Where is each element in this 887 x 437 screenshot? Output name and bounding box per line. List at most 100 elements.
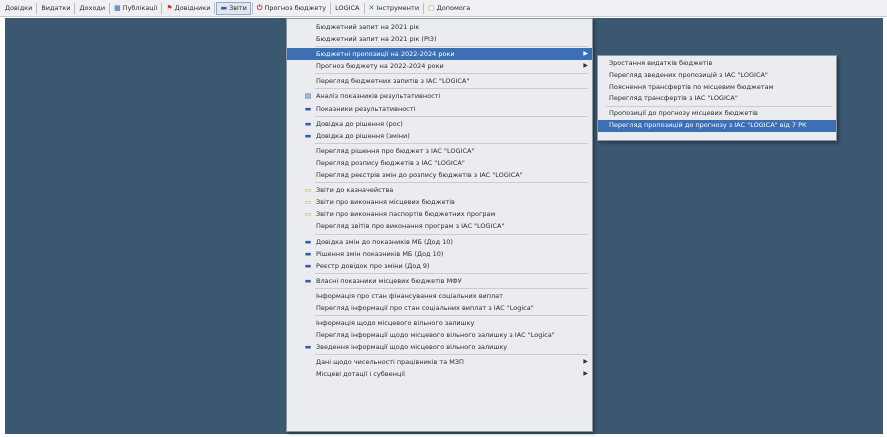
tools-icon: ✕: [368, 3, 375, 12]
menu-separator: [315, 46, 588, 48]
menubar-item-6[interactable]: ⏻ Прогноз бюджету: [254, 2, 329, 15]
reports-menu-item-21[interactable]: Перегляд звітів про виконання програм з …: [287, 220, 592, 232]
menu-item-icon-wrap: ▭: [304, 184, 314, 196]
reports-menu-item-25[interactable]: ▬ Реєстр довідок про зміни (Дод 9): [287, 260, 592, 272]
menubar-separator: [251, 2, 253, 14]
reports-menu-item-19[interactable]: ▭ Звіти про виконання місцевих бюджетів: [287, 196, 592, 208]
reports-menu-item-14[interactable]: Перегляд рішення про бюджет з ІАС "LOGIC…: [287, 145, 592, 157]
menu-item-label: Звіти до казначейства: [316, 186, 394, 195]
menu-item-label: Бюджетний запит на 2021 рік: [316, 23, 420, 31]
reports-menu-item-30[interactable]: Перегляд інформації про стан соціальних …: [287, 302, 592, 314]
reports-dropdown-menu: Бюджетний запит на 2021 рік Бюджетний зап…: [286, 18, 593, 432]
dash-icon: ▬: [304, 237, 312, 246]
menu-separator: [315, 315, 588, 317]
menubar-item-4[interactable]: ⚑ Довідники: [163, 2, 213, 15]
budget-proposals-submenu: Зростання видатків бюджетів Перегляд звед…: [597, 55, 837, 141]
menubar-item-label: Доходи: [79, 4, 106, 12]
reports-menu-item-24[interactable]: ▬ Рішення змін показників МБ (Дод 10): [287, 248, 592, 260]
menu-item-label: Реєстр довідок про зміни (Дод 9): [316, 261, 430, 270]
menubar-item-7[interactable]: LOGICA: [332, 2, 362, 15]
submenu-item-3[interactable]: Перегляд трансфертів з ІАС "LOGICA": [598, 93, 836, 105]
menu-item-icon-wrap: ▤: [304, 90, 314, 102]
reports-menu-item-6[interactable]: Перегляд бюджетних запитів з ІАС "LOGICA…: [287, 75, 592, 87]
reports-menu-item-23[interactable]: ▬ Довідка змін до показників МБ (Дод 10): [287, 236, 592, 248]
reports-menu-item-12[interactable]: ▬ Довідка до рішення (зміни): [287, 130, 592, 142]
reports-menu-item-29[interactable]: Інформація про стан фінансування соціаль…: [287, 290, 592, 302]
menu-separator: [315, 73, 588, 75]
reports-menu-item-37[interactable]: Місцеві дотації і субвенції ▶: [287, 368, 592, 380]
menu-item-label: Перегляд реєстрів змін до розпису бюджет…: [316, 171, 523, 180]
menu-separator: [315, 354, 588, 356]
menu-item-label: Показники результативності: [316, 104, 416, 113]
menubar-separator: [363, 2, 365, 14]
menu-item-label: Інформація про стан фінансування соціаль…: [316, 291, 503, 300]
reports-menu-item-0[interactable]: Бюджетний запит на 2021 рік: [287, 21, 592, 33]
menubar-separator: [214, 2, 216, 14]
calendar-icon: ▦: [114, 3, 121, 12]
window-edge: [883, 18, 887, 434]
dash-icon: ▬: [304, 249, 312, 258]
menubar-separator: [423, 2, 425, 14]
menu-item-icon-wrap: ▬: [304, 236, 314, 248]
reports-menu-item-36[interactable]: Дані щодо чисельності працівників та МЗП…: [287, 356, 592, 368]
menubar-separator: [36, 2, 38, 14]
reports-menu-item-4[interactable]: Прогноз бюджету на 2022-2024 роки ▶: [287, 60, 592, 72]
submenu-item-0[interactable]: Зростання видатків бюджетів: [598, 58, 836, 70]
menu-item-label: Бюджетний запит на 2021 рік (PIЗ): [316, 35, 437, 44]
menubar-separator: [109, 2, 111, 14]
menubar-item-8[interactable]: ✕ Інструменти: [366, 2, 423, 15]
menu-item-label: Місцеві дотації і субвенції: [316, 370, 405, 379]
menu-item-icon-wrap: ▬: [304, 118, 314, 130]
reports-menu-item-27[interactable]: ▬ Власні показники місцевих бюджетів МФУ: [287, 275, 592, 287]
submenu-arrow-icon: ▶: [583, 358, 588, 366]
menubar-item-9[interactable]: ▢ Допомога: [425, 2, 473, 15]
reports-menu-item-1[interactable]: Бюджетний запит на 2021 рік (PIЗ): [287, 33, 592, 45]
menubar-item-label: Публікації: [122, 4, 158, 12]
reports-menu-item-33[interactable]: Перегляд інформації щодо місцевого вільн…: [287, 329, 592, 341]
menu-item-icon-wrap: ▬: [304, 260, 314, 272]
menubar-item-3[interactable]: ▦ Публікації: [111, 2, 160, 15]
dash-icon: ▬: [304, 276, 312, 285]
menu-separator: [315, 233, 588, 235]
menubar-item-5[interactable]: ▬ Звіти: [216, 1, 251, 15]
menubar-item-1[interactable]: Видатки: [38, 2, 73, 15]
folder-icon: ▭: [304, 210, 312, 219]
reports-menu-item-20[interactable]: ▭ Звіти про виконання паспортів бюджетних…: [287, 208, 592, 220]
flag-icon: ⚑: [166, 3, 173, 12]
reports-menu-item-3[interactable]: Бюджетні пропозиції на 2022-2024 роки ▶: [287, 48, 592, 61]
submenu-item-6[interactable]: Перегляд пропозицій до прогнозу з ІАС "L…: [598, 119, 836, 132]
menu-separator: [315, 142, 588, 144]
submenu-item-label: Пояснення трансфертів по місцевим бюджет…: [609, 82, 774, 91]
menu-item-label: Аналіз показників результативності: [316, 92, 441, 101]
reports-menu-item-16[interactable]: Перегляд реєстрів змін до розпису бюджет…: [287, 169, 592, 181]
reports-menu-item-34[interactable]: ▬ Зведення інформації щодо місцевого віль…: [287, 341, 592, 353]
reports-menu-item-32[interactable]: Інформація щодо місцевого вільного залиш…: [287, 317, 592, 329]
reports-menu-item-15[interactable]: Перегляд розпису бюджетів з ІАС "LOGICA": [287, 157, 592, 169]
menubar-separator: [161, 2, 163, 14]
reports-menu-item-9[interactable]: ▬ Показники результативності: [287, 103, 592, 115]
menu-item-label: Звіти про виконання місцевих бюджетів: [316, 198, 455, 207]
submenu-item-label: Перегляд зведених пропозицій з ІАС "LOGI…: [609, 70, 768, 79]
submenu-item-label: Зростання видатків бюджетів: [609, 59, 713, 67]
submenu-item-2[interactable]: Пояснення трансфертів по місцевим бюджет…: [598, 82, 836, 94]
menu-item-label: Звіти про виконання паспортів бюджетних …: [316, 210, 496, 219]
submenu-item-label: Перегляд пропозицій до прогнозу з ІАС "L…: [609, 120, 807, 129]
submenu-item-1[interactable]: Перегляд зведених пропозицій з ІАС "LOGI…: [598, 70, 836, 82]
menu-item-label: Довідка змін до показників МБ (Дод 10): [316, 237, 453, 246]
menu-item-label: Довідка до рішення (рос): [316, 119, 403, 128]
reports-menu-item-18[interactable]: ▭ Звіти до казначейства: [287, 184, 592, 196]
menubar-item-0[interactable]: Довідки: [2, 2, 35, 15]
menu-item-icon-wrap: ▬: [304, 275, 314, 287]
submenu-item-5[interactable]: Пропозиції до прогнозу місцевих бюджетів: [598, 108, 836, 120]
submenu-arrow-icon: ▶: [583, 62, 588, 70]
menu-item-label: Бюджетні пропозиції на 2022-2024 роки: [316, 50, 455, 59]
reports-menu-item-11[interactable]: ▬ Довідка до рішення (рос): [287, 118, 592, 130]
menu-item-label: Прогноз бюджету на 2022-2024 роки: [316, 62, 444, 71]
folder-icon: ▭: [304, 186, 312, 195]
menubar-item-label: Довідки: [5, 4, 33, 12]
menu-item-label: Інформація щодо місцевого вільного залиш…: [316, 319, 475, 328]
menu-item-label: Перегляд рішення про бюджет з ІАС "LOGIC…: [316, 146, 475, 155]
reports-menu-item-8[interactable]: ▤ Аналіз показників результативності: [287, 90, 592, 102]
menubar-item-label: LOGICA: [335, 4, 360, 12]
menubar-item-2[interactable]: Доходи: [76, 2, 108, 15]
